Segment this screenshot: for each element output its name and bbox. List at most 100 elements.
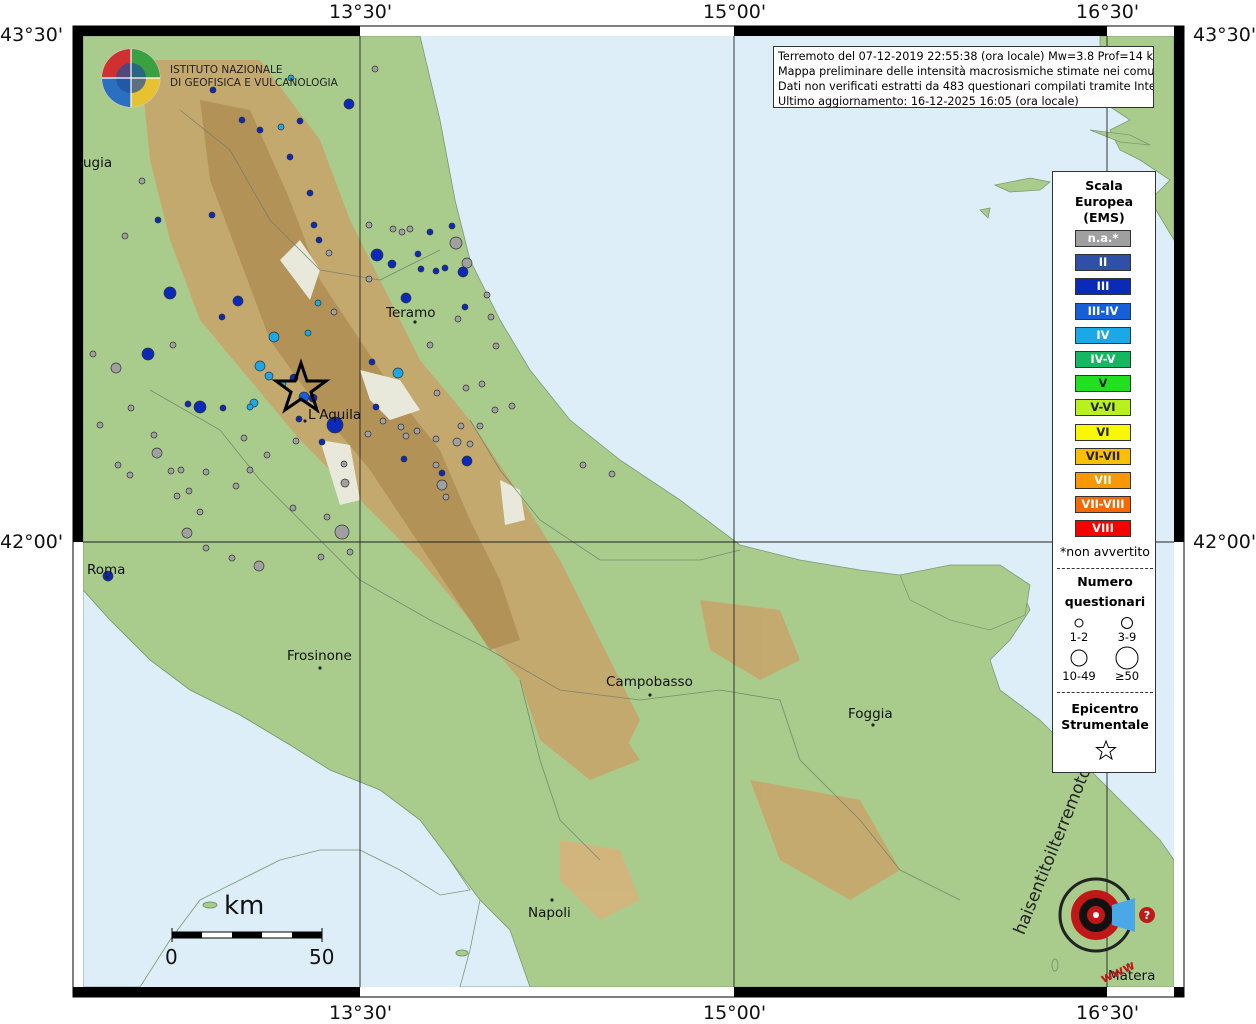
intensity-point — [340, 478, 350, 488]
legend-swatch: VIII — [1075, 520, 1131, 538]
intensity-point — [365, 275, 373, 283]
intensity-point — [254, 360, 266, 372]
coord-top-3: 16°30' — [1076, 1, 1140, 23]
size-label-10-49: 10-49 — [1062, 669, 1096, 683]
intensity-point — [295, 415, 303, 423]
intensity-point — [462, 384, 470, 392]
intensity-point — [414, 250, 422, 258]
intensity-point — [167, 467, 175, 475]
intensity-point — [433, 389, 441, 397]
intensity-point — [457, 422, 465, 430]
legend-swatch: IV-V — [1075, 351, 1131, 368]
intensity-point — [232, 295, 244, 307]
intensity-point — [438, 469, 446, 477]
size-label-3-9: 3-9 — [1117, 630, 1137, 644]
intensity-point — [177, 466, 185, 474]
coord-left-2: 42°00' — [0, 531, 64, 553]
intensity-point — [310, 221, 318, 229]
legend-swatch: IV — [1075, 326, 1131, 344]
intensity-point — [343, 98, 355, 110]
intensity-point — [400, 455, 408, 463]
intensity-point — [478, 380, 486, 388]
city-campobasso: Campobasso — [606, 674, 693, 690]
intensity-point — [441, 264, 449, 272]
intensity-point — [397, 423, 405, 431]
coord-bottom-3: 16°30' — [1076, 1002, 1140, 1024]
svg-text:?: ? — [1144, 909, 1150, 922]
city-frosinone: Frosinone — [287, 648, 352, 664]
coord-bottom-1: 13°30' — [329, 1002, 393, 1024]
intensity-point — [340, 460, 348, 468]
intensity-point — [413, 427, 421, 435]
legend-title: Scala Europea (EMS) — [1053, 178, 1155, 226]
intensity-point — [154, 216, 162, 224]
intensity-point — [292, 437, 300, 445]
intensity-point — [491, 406, 499, 414]
intensity-point — [314, 299, 322, 307]
intensity-point — [426, 341, 434, 349]
institute-line-2: DI GEOFISICA E VULCANOLOGIA — [170, 77, 338, 89]
legend-title-1: Scala — [1085, 178, 1123, 193]
intensity-point — [432, 435, 440, 443]
intensity-point — [466, 440, 474, 448]
intensity-point — [304, 329, 312, 337]
intensity-point — [126, 471, 134, 479]
intensity-point — [364, 430, 372, 438]
intensity-point — [387, 259, 397, 269]
intensity-point — [457, 266, 469, 278]
intensity-point — [150, 431, 158, 439]
intensity-point — [296, 117, 304, 125]
intensity-point — [432, 267, 440, 275]
intensity-point — [317, 553, 325, 561]
intensity-point — [334, 524, 350, 540]
legend-swatch: VII-VIII — [1075, 496, 1131, 514]
intensity-point — [138, 177, 146, 185]
intensity-point — [372, 403, 380, 411]
legend-swatch: V-VI — [1075, 399, 1131, 417]
intensity-point — [246, 403, 254, 411]
coord-left-1: 43°30' — [0, 24, 64, 46]
size-label-50: ≥50 — [1114, 669, 1140, 683]
intensity-point — [208, 211, 216, 219]
intensity-point — [461, 257, 473, 269]
legend-epicenter-title-1: Epicentro — [1071, 701, 1139, 716]
intensity-point — [323, 513, 331, 521]
intensity-point — [483, 291, 491, 299]
legend-swatch: III — [1075, 278, 1131, 296]
coord-top-2: 15°00' — [703, 1, 767, 23]
city-napoli: Napoli — [528, 905, 571, 921]
legend-na-note: *non avvertito — [1060, 544, 1150, 559]
scale-start: 0 — [165, 945, 178, 969]
intensity-point — [202, 468, 210, 476]
intensity-point — [461, 303, 469, 311]
intensity-point — [114, 461, 122, 469]
intensity-point — [487, 313, 495, 321]
intensity-point — [365, 221, 373, 229]
intensity-point — [448, 222, 456, 230]
legend-separator-2 — [1057, 692, 1153, 693]
institute-line-1: ISTITUTO NAZIONALE — [170, 64, 283, 76]
legend-swatch: VI-VII — [1075, 447, 1131, 465]
intensity-point — [185, 487, 193, 495]
intensity-point — [346, 548, 354, 556]
scale-end: 50 — [309, 945, 335, 969]
intensity-point — [398, 228, 406, 236]
intensity-point — [196, 508, 204, 516]
intensity-point — [371, 65, 379, 73]
scale-unit: km — [224, 891, 265, 921]
legend-title-3: (EMS) — [1083, 210, 1125, 225]
intensity-map: ? 13°30' 15°00' 16°30' 13°30' 15°00' 16°… — [0, 0, 1256, 1024]
intensity-point — [608, 470, 616, 478]
city-perugia: ugia — [83, 155, 113, 171]
intensity-point — [96, 421, 104, 429]
intensity-point — [392, 367, 404, 379]
city-teramo: Teramo — [386, 305, 436, 321]
intensity-point — [400, 292, 412, 304]
intensity-point — [193, 400, 207, 414]
legend-swatch: n.a.* — [1075, 230, 1131, 247]
intensity-point — [476, 422, 484, 430]
intensity-point — [169, 341, 177, 349]
legend-title-2: Europea — [1074, 194, 1134, 209]
city-laquila: L'Aquila — [308, 407, 362, 423]
event-info-line-3: Dati non verificati estratti da 483 ques… — [778, 80, 1154, 93]
